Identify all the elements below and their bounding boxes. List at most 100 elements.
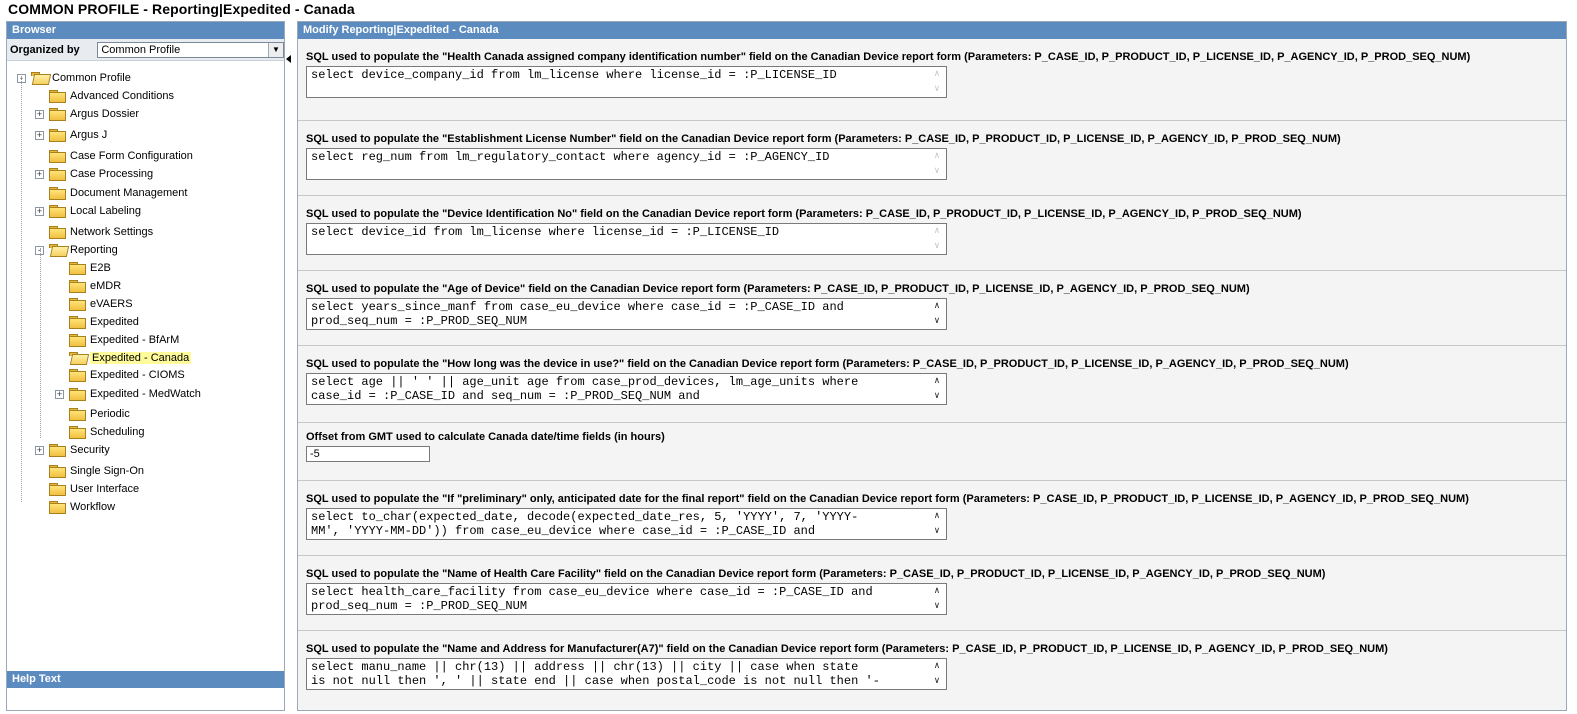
- collapse-arrow-icon[interactable]: [286, 55, 291, 63]
- scroll-up-icon[interactable]: ∧: [934, 510, 939, 523]
- tree-item-label: User Interface: [70, 483, 140, 495]
- sql-textarea[interactable]: select reg_num from lm_regulatory_contac…: [306, 148, 947, 180]
- tree-item[interactable]: E2B: [69, 260, 111, 276]
- tree-item-label: Periodic: [90, 408, 130, 420]
- organized-by-select[interactable]: Common Profile ▼: [97, 41, 284, 58]
- textarea-scrollbar[interactable]: ∧ ∨: [929, 225, 945, 253]
- textarea-scrollbar[interactable]: ∧ ∨: [929, 150, 945, 178]
- tree-item[interactable]: - Common Profile: [17, 70, 131, 86]
- tree-item[interactable]: + Case Processing: [35, 166, 153, 182]
- tree-item[interactable]: User Interface: [49, 481, 139, 497]
- sql-text: select device_id from lm_license where l…: [311, 225, 780, 239]
- scroll-up-icon[interactable]: ∧: [934, 660, 939, 673]
- sql-textarea[interactable]: select device_company_id from lm_license…: [306, 66, 947, 98]
- folder-open-icon: [49, 244, 66, 256]
- tree-item[interactable]: Single Sign-On: [49, 463, 144, 479]
- setting-section: Offset from GMT used to calculate Canada…: [298, 423, 1566, 481]
- expand-icon[interactable]: +: [35, 207, 44, 216]
- tree-item[interactable]: Periodic: [69, 406, 130, 422]
- sql-text: select reg_num from lm_regulatory_contac…: [311, 150, 830, 164]
- tree-item[interactable]: + Local Labeling: [35, 203, 141, 219]
- scroll-down-icon[interactable]: ∨: [934, 315, 939, 328]
- expand-icon[interactable]: +: [35, 170, 44, 179]
- sql-text: select years_since_manf from case_eu_dev…: [311, 300, 844, 328]
- tree-item[interactable]: Expedited - CIOMS: [69, 367, 185, 383]
- folder-icon: [49, 168, 66, 181]
- tree-item[interactable]: Network Settings: [49, 224, 153, 240]
- sql-text: select device_company_id from lm_license…: [311, 68, 837, 82]
- folder-icon: [49, 205, 66, 218]
- sql-textarea[interactable]: select device_id from lm_license where l…: [306, 223, 947, 255]
- expand-icon[interactable]: +: [35, 131, 44, 140]
- folder-icon: [69, 316, 86, 329]
- folder-icon: [49, 483, 66, 496]
- folder-icon: [69, 388, 86, 401]
- tree-item[interactable]: Case Form Configuration: [49, 148, 193, 164]
- folder-icon: [49, 90, 66, 103]
- sql-textarea[interactable]: select years_since_manf from case_eu_dev…: [306, 298, 947, 330]
- scroll-up-icon[interactable]: ∧: [934, 225, 939, 238]
- tree-item-label: E2B: [90, 262, 111, 274]
- scroll-down-icon[interactable]: ∨: [934, 165, 939, 178]
- tree-item-label: Document Management: [70, 187, 188, 199]
- sql-textarea[interactable]: select health_care_facility from case_eu…: [306, 583, 947, 615]
- folder-open-icon: [31, 72, 48, 84]
- tree-item-label: eMDR: [90, 280, 122, 292]
- tree-item-label: Expedited - CIOMS: [90, 369, 185, 381]
- expand-icon[interactable]: +: [35, 110, 44, 119]
- tree-item[interactable]: Workflow: [49, 499, 115, 515]
- folder-icon: [49, 465, 66, 478]
- tree-item-label: Reporting: [70, 244, 118, 256]
- panel-splitter[interactable]: [285, 21, 295, 711]
- folder-icon: [69, 334, 86, 347]
- scroll-down-icon[interactable]: ∨: [934, 390, 939, 403]
- scroll-down-icon[interactable]: ∨: [934, 675, 939, 688]
- tree-item[interactable]: Document Management: [49, 185, 187, 201]
- scroll-down-icon[interactable]: ∨: [934, 525, 939, 538]
- sql-textarea[interactable]: select age || ' ' || age_unit age from c…: [306, 373, 947, 405]
- chevron-down-icon[interactable]: ▼: [268, 42, 283, 57]
- sql-textarea[interactable]: select manu_name || chr(13) || address |…: [306, 658, 947, 690]
- tree-item-label: Expedited: [90, 316, 139, 328]
- tree-item-label: eVAERS: [90, 298, 133, 310]
- tree-item-label: Local Labeling: [70, 205, 141, 217]
- sql-textarea[interactable]: select to_char(expected_date, decode(exp…: [306, 508, 947, 540]
- tree-item[interactable]: eVAERS: [69, 296, 133, 312]
- tree-item[interactable]: + Security: [35, 442, 110, 458]
- textarea-scrollbar[interactable]: ∧ ∨: [929, 375, 945, 403]
- tree-item[interactable]: + Expedited - MedWatch: [55, 386, 201, 402]
- scroll-up-icon[interactable]: ∧: [934, 150, 939, 163]
- expand-icon[interactable]: +: [35, 446, 44, 455]
- scroll-up-icon[interactable]: ∧: [934, 300, 939, 313]
- tree-item[interactable]: Expedited - BfArM: [69, 332, 179, 348]
- textarea-scrollbar[interactable]: ∧ ∨: [929, 660, 945, 688]
- expand-icon[interactable]: +: [55, 390, 64, 399]
- tree-item[interactable]: - Reporting: [35, 242, 118, 258]
- gmt-offset-input[interactable]: -5: [306, 446, 430, 462]
- tree-item-label: Single Sign-On: [70, 465, 144, 477]
- tree-item-label: Common Profile: [52, 72, 131, 84]
- scroll-down-icon[interactable]: ∨: [934, 83, 939, 96]
- folder-open-icon: [69, 352, 86, 364]
- sql-text: select age || ' ' || age_unit age from c…: [311, 375, 859, 403]
- setting-section: SQL used to populate the "Establishment …: [298, 121, 1566, 196]
- textarea-scrollbar[interactable]: ∧ ∨: [929, 585, 945, 613]
- setting-label: SQL used to populate the "Name of Health…: [306, 568, 1326, 580]
- tree-item[interactable]: + Argus J: [35, 127, 107, 143]
- scroll-down-icon[interactable]: ∨: [934, 600, 939, 613]
- scroll-up-icon[interactable]: ∧: [934, 375, 939, 388]
- textarea-scrollbar[interactable]: ∧ ∨: [929, 68, 945, 96]
- scroll-down-icon[interactable]: ∨: [934, 240, 939, 253]
- textarea-scrollbar[interactable]: ∧ ∨: [929, 300, 945, 328]
- tree-item-label: Network Settings: [70, 226, 154, 238]
- scroll-up-icon[interactable]: ∧: [934, 68, 939, 81]
- scroll-up-icon[interactable]: ∧: [934, 585, 939, 598]
- tree-item[interactable]: Expedited - Canada: [69, 350, 192, 366]
- tree-item[interactable]: eMDR: [69, 278, 121, 294]
- tree-item[interactable]: Expedited: [69, 314, 139, 330]
- textarea-scrollbar[interactable]: ∧ ∨: [929, 510, 945, 538]
- tree-item[interactable]: Scheduling: [69, 424, 144, 440]
- tree-item-label: Expedited - Canada: [90, 352, 192, 364]
- tree-item[interactable]: Advanced Conditions: [49, 88, 174, 104]
- tree-item[interactable]: + Argus Dossier: [35, 106, 139, 122]
